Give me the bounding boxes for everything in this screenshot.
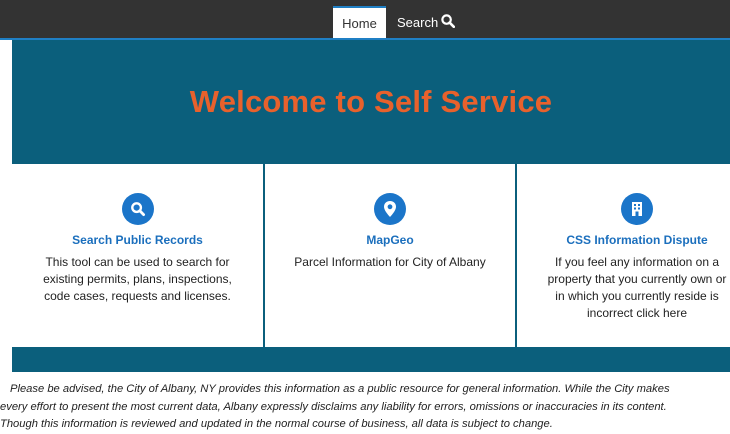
card-title-mapgeo[interactable]: MapGeo: [265, 233, 515, 247]
disclaimer-line: every effort to present the most current…: [0, 400, 667, 413]
top-navigation-bar: Home Search: [0, 0, 730, 40]
search-icon: [121, 193, 154, 225]
building-icon: [621, 193, 653, 225]
card-description: This tool can be used to search for exis…: [43, 255, 232, 303]
nav-search-label: Search: [397, 14, 439, 30]
nav-home-tab[interactable]: Home: [333, 6, 386, 38]
search-icon: [441, 13, 456, 31]
card-search-public-records[interactable]: Search Public Records This tool can be u…: [12, 164, 263, 347]
map-marker-icon: [374, 193, 406, 225]
nav-search-tab[interactable]: Search: [397, 6, 456, 38]
card-description: If you feel any information on a propert…: [547, 255, 727, 320]
disclaimer-line: Please be advised, the City of Albany, N…: [10, 383, 670, 395]
page-title: Welcome to Self Service: [189, 84, 553, 119]
card-title-search-public-records[interactable]: Search Public Records: [12, 233, 263, 247]
disclaimer-text: Please be advised, the City of Albany, N…: [0, 381, 730, 434]
card-title-css-information-dispute[interactable]: CSS Information Dispute: [517, 233, 730, 247]
card-mapgeo[interactable]: MapGeo Parcel Information for City of Al…: [265, 164, 515, 347]
hero-banner: Welcome to Self Service: [12, 40, 730, 162]
card-css-information-dispute[interactable]: CSS Information Dispute If you feel any …: [517, 164, 730, 347]
card-description: Parcel Information for City of Albany: [294, 255, 486, 269]
nav-home-label: Home: [342, 15, 377, 31]
